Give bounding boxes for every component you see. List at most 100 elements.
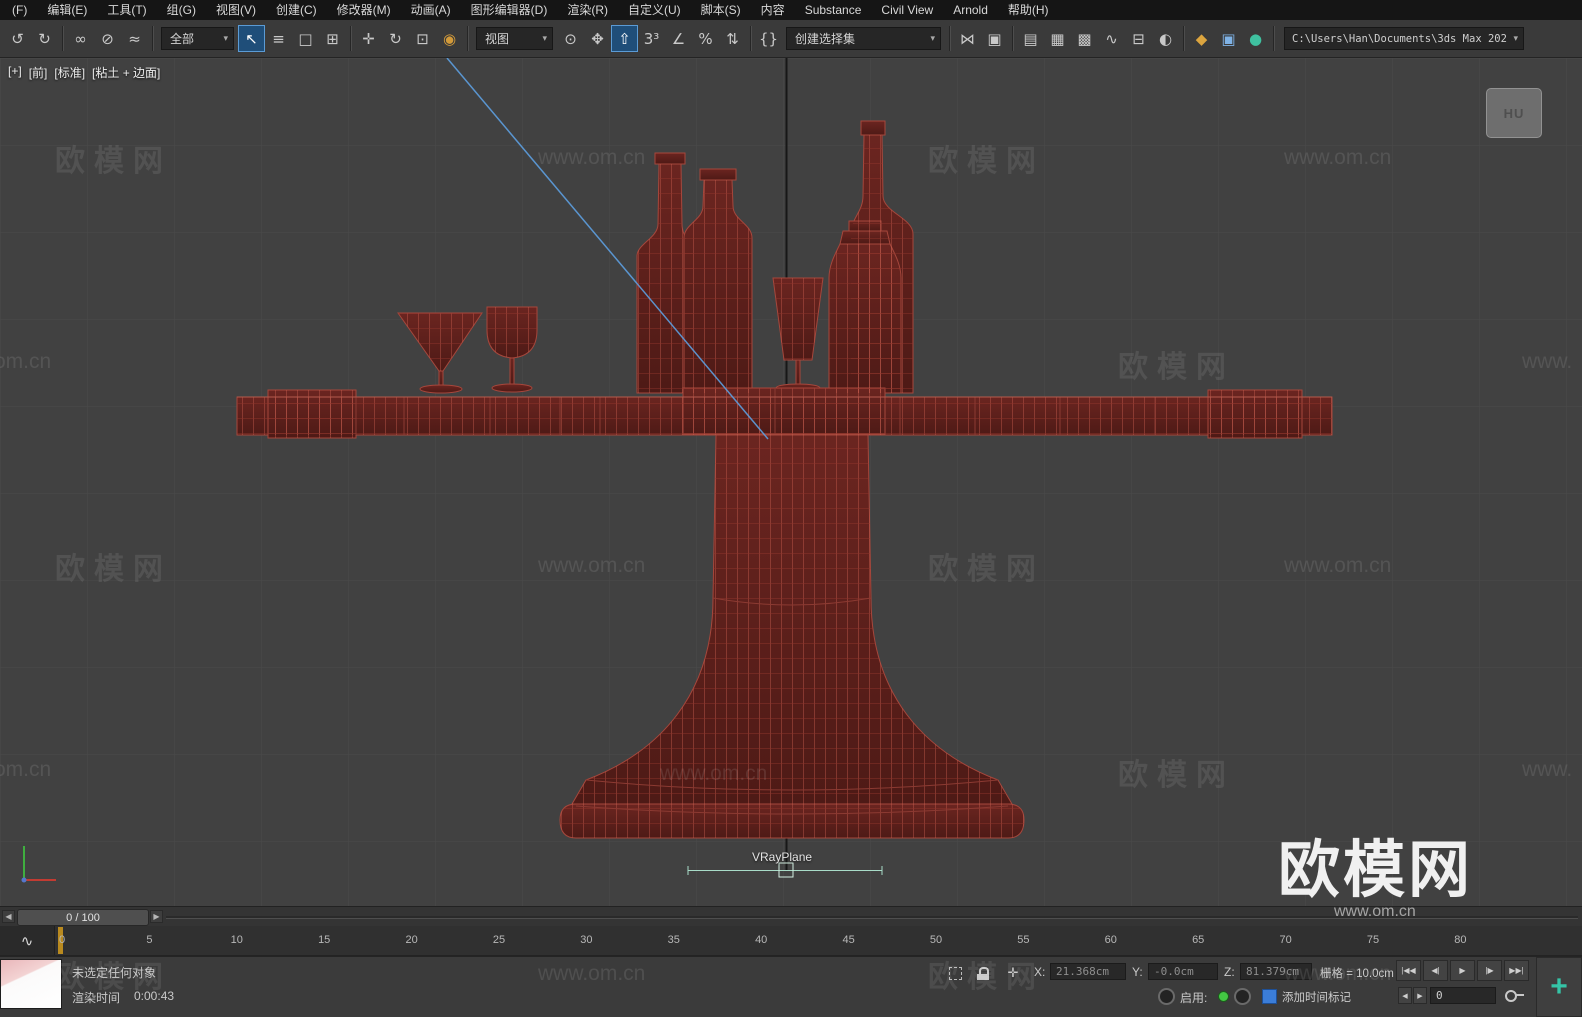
schematic-view-icon[interactable]: ⊟ (1125, 25, 1152, 52)
select-and-rotate-icon[interactable]: ↻ (382, 25, 409, 52)
viewport-label-part[interactable]: [粘土 + 边面] (92, 64, 160, 81)
rectangular-selection-region-icon[interactable]: □ (292, 25, 319, 52)
render-time-label: 渲染时间 (72, 991, 121, 1005)
menu-item[interactable]: 帮助(H) (998, 0, 1059, 20)
bind-to-space-warp-icon[interactable]: ≈ (121, 25, 148, 52)
menu-item[interactable]: 组(G) (157, 0, 206, 20)
menu-item[interactable]: Arnold (943, 0, 998, 20)
add-time-tag-button[interactable]: 添加时间标记 (1282, 989, 1351, 1005)
key-mode-toggle[interactable] (1500, 986, 1524, 1006)
menu-item[interactable]: 图形编辑器(D) (461, 0, 558, 20)
x-coord-label: X: (1034, 965, 1046, 979)
go-to-start-button[interactable]: |◀◀ (1396, 960, 1421, 981)
menu-item[interactable]: 脚本(S) (691, 0, 751, 20)
select-by-name-icon[interactable]: ≡ (265, 25, 292, 52)
menu-item[interactable]: Civil View (871, 0, 943, 20)
menu-item[interactable]: 自定义(U) (618, 0, 691, 20)
frame-tick-label: 60 (1104, 934, 1117, 946)
vrayplane-label: VRayPlane (752, 850, 813, 864)
viewport-label-part[interactable]: [标准] (54, 64, 85, 81)
isolate-selection-toggle[interactable] (944, 963, 966, 983)
frame-tick-label: 10 (230, 934, 243, 946)
viewport-canvas[interactable] (0, 58, 1582, 906)
select-and-link-icon[interactable]: ∞ (67, 25, 94, 52)
use-pivot-point-center-icon[interactable]: ⊙ (557, 25, 584, 52)
menu-bar: (F) 编辑(E) 工具(T) 组(G) 视图(V) 创建(C) 修改器(M) 动画(A) 图形… (0, 0, 1582, 20)
next-frame-button[interactable]: |▶ (1477, 960, 1502, 981)
select-and-place-icon[interactable]: ◉ (436, 25, 463, 52)
reference-coordinate-dropdown[interactable]: 视图 ▾ (476, 27, 553, 50)
select-and-move-icon[interactable]: ✛ (355, 25, 382, 52)
y-coord-field[interactable]: -0.0cm (1148, 963, 1218, 980)
menu-item[interactable]: 动画(A) (401, 0, 461, 20)
frame-spin-down-button[interactable]: ◀ (1398, 987, 1412, 1004)
go-to-end-button[interactable]: ▶▶| (1504, 960, 1529, 981)
named-selection-sets-dropdown[interactable]: 创建选择集 ▾ (786, 27, 941, 50)
menu-item[interactable]: 工具(T) (97, 0, 156, 20)
time-slider-prev-button[interactable]: ◀ (2, 910, 15, 923)
lock-icon (977, 966, 989, 980)
time-slider-handle[interactable]: 0 / 100 (17, 909, 149, 926)
align-icon[interactable]: ▣ (981, 25, 1008, 52)
menu-item[interactable]: Substance (795, 0, 872, 20)
material-editor-icon[interactable]: ◐ (1152, 25, 1179, 52)
time-slider-next-button[interactable]: ▶ (150, 910, 163, 923)
menu-item[interactable]: 视图(V) (206, 0, 266, 20)
x-coord-field[interactable]: 21.368cm (1050, 963, 1126, 980)
curve-editor-icon[interactable]: ∿ (1098, 25, 1125, 52)
render-setup-icon[interactable]: ◆ (1188, 25, 1215, 52)
toggle-ribbon-icon[interactable]: ▩ (1071, 25, 1098, 52)
maximize-viewport-toggle-button[interactable]: + (1536, 957, 1582, 1017)
viewport-label-part[interactable]: [前] (29, 64, 48, 81)
adaptive-degradation-icon[interactable] (1158, 988, 1175, 1005)
percent-snap-icon[interactable]: % (692, 25, 719, 52)
menu-item[interactable]: 渲染(R) (557, 0, 618, 20)
play-button[interactable]: ▶ (1450, 960, 1475, 981)
viewcube[interactable]: HU (1486, 88, 1542, 138)
selection-lock-toggle[interactable] (972, 963, 994, 983)
enable-toggle-knob[interactable] (1234, 988, 1251, 1005)
project-path-dropdown[interactable]: C:\Users\Han\Documents\3ds Max 2022 ▾ (1284, 27, 1524, 50)
menu-item[interactable]: 修改器(M) (327, 0, 401, 20)
selection-filter-dropdown[interactable]: 全部 ▾ (161, 27, 234, 50)
redo-icon[interactable]: ↻ (31, 25, 58, 52)
current-frame-field[interactable]: 0 (1430, 987, 1496, 1004)
select-and-manipulate-icon[interactable]: ✥ (584, 25, 611, 52)
toggle-layer-explorer-icon[interactable]: ▦ (1044, 25, 1071, 52)
absolute-mode-toggle[interactable]: ✛ (1002, 963, 1024, 983)
undo-icon[interactable]: ↺ (4, 25, 31, 52)
time-slider[interactable]: ◀ 0 / 100 ▶ (0, 906, 1582, 926)
edit-named-selection-sets-icon[interactable]: {} (755, 25, 782, 52)
3dsmax-window: (F) 编辑(E) 工具(T) 组(G) 视图(V) 创建(C) 修改器(M) 动画(A) 图形… (0, 0, 1582, 1017)
track-bar[interactable]: ∿ 0 5 10 15 20 25 30 35 40 45 50 55 60 65 70 75 80 (0, 926, 1582, 956)
z-coord-field[interactable]: 81.379cm (1240, 963, 1312, 980)
frame-tick-label: 50 (929, 934, 943, 946)
window-crossing-icon[interactable]: ⊞ (319, 25, 346, 52)
rendered-frame-window-icon[interactable]: ▣ (1215, 25, 1242, 52)
time-slider-track[interactable] (166, 916, 1578, 919)
spinner-snap-icon[interactable]: ⇅ (719, 25, 746, 52)
menu-item[interactable]: 内容 (751, 0, 795, 20)
viewport[interactable]: [+] [前] [标准] [粘土 + 边面] HU VRayPlane (0, 58, 1582, 906)
keyboard-override-toggle-icon[interactable]: ⇧ (611, 25, 638, 52)
viewport-label-part[interactable]: [+] (8, 64, 22, 81)
render-production-icon[interactable]: ● (1242, 25, 1269, 52)
previous-frame-button[interactable]: ◀| (1423, 960, 1448, 981)
select-object-icon[interactable]: ↖ (238, 25, 265, 52)
frame-spin-up-button[interactable]: ▶ (1413, 987, 1427, 1004)
trackbar-ruler: 0 5 10 15 20 25 30 35 40 45 50 55 60 65 70 75 80 (0, 926, 1582, 955)
angle-snap-icon[interactable]: ∠ (665, 25, 692, 52)
menu-item[interactable]: 创建(C) (266, 0, 327, 20)
render-time-value: 0:00:43 (134, 989, 175, 1003)
toggle-scene-explorer-icon[interactable]: ▤ (1017, 25, 1044, 52)
menu-item[interactable]: (F) (2, 0, 37, 20)
snap-toggle-3d-icon[interactable]: 3³ (638, 25, 665, 52)
frame-tick-label: 80 (1454, 934, 1467, 946)
mirror-icon[interactable]: ⋈ (954, 25, 981, 52)
unlink-selection-icon[interactable]: ⊘ (94, 25, 121, 52)
select-and-scale-icon[interactable]: ⊡ (409, 25, 436, 52)
menu-item[interactable]: 编辑(E) (37, 0, 97, 20)
maxscript-mini-listener[interactable] (0, 959, 62, 1009)
enable-status-light (1218, 991, 1229, 1002)
frame-tick-label: 35 (667, 934, 680, 946)
